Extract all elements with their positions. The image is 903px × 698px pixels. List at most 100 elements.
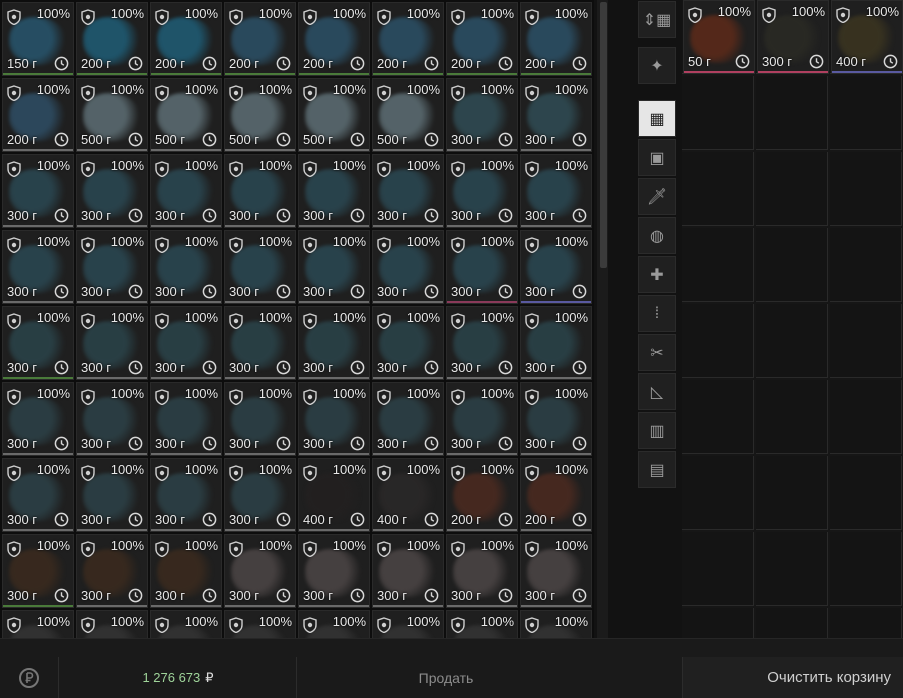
inventory-item-slot[interactable]: 100%	[76, 610, 148, 638]
refresh-button[interactable]	[0, 657, 59, 698]
cart-empty-slot[interactable]	[756, 532, 828, 606]
inventory-item-slot[interactable]: 100% 500 г	[150, 78, 222, 152]
cart-empty-slot[interactable]	[682, 304, 754, 378]
inventory-item-slot[interactable]: 100% 300 г	[150, 230, 222, 304]
inventory-item-slot[interactable]: 100% 300 г	[446, 154, 518, 228]
cart-empty-slot[interactable]	[756, 304, 828, 378]
inventory-item-slot[interactable]: 100% 200 г	[372, 2, 444, 76]
inventory-item-slot[interactable]: 100% 300 г	[2, 534, 74, 608]
cart-empty-slot[interactable]	[756, 380, 828, 454]
inventory-item-slot[interactable]: 100% 300 г	[150, 534, 222, 608]
inventory-item-slot[interactable]: 100% 300 г	[520, 534, 592, 608]
cart-empty-slot[interactable]	[830, 456, 902, 530]
inventory-item-slot[interactable]: 100%	[446, 610, 518, 638]
inventory-item-slot[interactable]: 100% 300 г	[150, 458, 222, 532]
inventory-item-slot[interactable]: 100% 300 г	[2, 230, 74, 304]
inventory-item-slot[interactable]: 100%	[372, 610, 444, 638]
inventory-item-slot[interactable]: 100% 200 г	[520, 2, 592, 76]
filter-sort-button[interactable]: ⇕▦	[638, 1, 676, 38]
inventory-item-slot[interactable]: 100% 300 г	[2, 306, 74, 380]
inventory-item-slot[interactable]: 100% 300 г	[372, 306, 444, 380]
inventory-item-slot[interactable]: 100% 300 г	[150, 306, 222, 380]
filter-tools-button[interactable]: ✂	[638, 334, 676, 371]
inventory-item-slot[interactable]: 100% 300 г	[76, 154, 148, 228]
filter-knife-button[interactable]: 🗡	[638, 178, 676, 215]
inventory-item-slot[interactable]: 100% 300 г	[520, 306, 592, 380]
inventory-item-slot[interactable]: 100% 300 г	[150, 154, 222, 228]
inventory-item-slot[interactable]: 100% 200 г	[2, 78, 74, 152]
inventory-item-slot[interactable]: 100%	[224, 610, 296, 638]
inventory-item-slot[interactable]: 100% 200 г	[224, 2, 296, 76]
inventory-item-slot[interactable]: 100% 300 г	[2, 458, 74, 532]
cart-empty-slot[interactable]	[756, 456, 828, 530]
clear-cart-button[interactable]: Очистить корзину	[682, 657, 903, 698]
filter-all-items-grid-button[interactable]: ▦	[638, 100, 676, 137]
inventory-item-slot[interactable]: 100% 300 г	[2, 382, 74, 456]
inventory-item-slot[interactable]: 100% 300 г	[298, 154, 370, 228]
inventory-item-slot[interactable]: 100% 500 г	[224, 78, 296, 152]
cart-item-slot[interactable]: 100% 50 г	[683, 0, 755, 74]
inventory-item-slot[interactable]: 100% 500 г	[298, 78, 370, 152]
filter-favorite-star-button[interactable]: ✦	[638, 47, 676, 84]
sell-button[interactable]: Продать	[298, 657, 594, 698]
inventory-item-slot[interactable]: 100%	[298, 610, 370, 638]
inventory-item-slot[interactable]: 100%	[2, 610, 74, 638]
cart-empty-slot[interactable]	[756, 228, 828, 302]
filter-ammo-button[interactable]: ⁞	[638, 295, 676, 332]
inventory-item-slot[interactable]: 100% 300 г	[224, 230, 296, 304]
inventory-item-slot[interactable]: 100% 300 г	[446, 78, 518, 152]
inventory-item-slot[interactable]: 100% 200 г	[520, 458, 592, 532]
cart-item-slot[interactable]: 100% 400 г	[831, 0, 903, 74]
inventory-item-slot[interactable]: 100% 300 г	[520, 78, 592, 152]
inventory-item-slot[interactable]: 100% 300 г	[224, 458, 296, 532]
filter-backpack-button[interactable]: ▣	[638, 139, 676, 176]
inventory-item-slot[interactable]: 100%	[150, 610, 222, 638]
inventory-item-slot[interactable]: 100% 300 г	[372, 154, 444, 228]
inventory-item-slot[interactable]: 100% 300 г	[372, 534, 444, 608]
inventory-item-slot[interactable]: 100% 300 г	[76, 458, 148, 532]
inventory-item-slot[interactable]: 100% 400 г	[372, 458, 444, 532]
cart-empty-slot[interactable]	[682, 380, 754, 454]
inventory-item-slot[interactable]: 100% 300 г	[446, 230, 518, 304]
inventory-item-slot[interactable]: 100% 300 г	[298, 534, 370, 608]
cart-empty-slot[interactable]	[830, 228, 902, 302]
inventory-item-slot[interactable]: 100% 200 г	[76, 2, 148, 76]
inventory-item-slot[interactable]: 100% 300 г	[446, 382, 518, 456]
cart-empty-slot[interactable]	[682, 456, 754, 530]
cart-empty-slot[interactable]	[830, 380, 902, 454]
filter-globe-artifact-button[interactable]: ◍	[638, 217, 676, 254]
cart-empty-slot[interactable]	[682, 532, 754, 606]
cart-empty-slot[interactable]	[682, 76, 754, 150]
inventory-item-slot[interactable]: 100% 300 г	[372, 230, 444, 304]
cart-empty-slot[interactable]	[682, 152, 754, 226]
cart-empty-slot[interactable]	[830, 532, 902, 606]
inventory-item-slot[interactable]: 100% 300 г	[520, 382, 592, 456]
cart-empty-slot[interactable]	[830, 304, 902, 378]
cart-empty-slot[interactable]	[830, 76, 902, 150]
inventory-item-slot[interactable]: 100% 200 г	[298, 2, 370, 76]
inventory-item-slot[interactable]: 100% 300 г	[224, 382, 296, 456]
inventory-item-slot[interactable]: 100% 200 г	[446, 458, 518, 532]
filter-container-button[interactable]: ▥	[638, 412, 676, 449]
inventory-item-slot[interactable]: 100%	[520, 610, 592, 638]
inventory-item-slot[interactable]: 100% 300 г	[2, 154, 74, 228]
inventory-item-slot[interactable]: 100% 300 г	[446, 306, 518, 380]
cart-item-slot[interactable]: 100% 300 г	[757, 0, 829, 74]
inventory-item-slot[interactable]: 100% 150 г	[2, 2, 74, 76]
filter-ruler-triangle-button[interactable]: ◺	[638, 373, 676, 410]
inventory-item-slot[interactable]: 100% 300 г	[224, 534, 296, 608]
inventory-item-slot[interactable]: 100% 300 г	[520, 230, 592, 304]
filter-medkit-button[interactable]: ✚	[638, 256, 676, 293]
cart-empty-slot[interactable]	[830, 152, 902, 226]
filter-archive-box-button[interactable]: ▤	[638, 451, 676, 488]
inventory-item-slot[interactable]: 100% 300 г	[372, 382, 444, 456]
inventory-item-slot[interactable]: 100% 400 г	[298, 458, 370, 532]
inventory-item-slot[interactable]: 100% 300 г	[298, 382, 370, 456]
inventory-item-slot[interactable]: 100% 300 г	[76, 534, 148, 608]
inventory-item-slot[interactable]: 100% 200 г	[446, 2, 518, 76]
inventory-item-slot[interactable]: 100% 300 г	[298, 306, 370, 380]
inventory-item-slot[interactable]: 100% 300 г	[76, 230, 148, 304]
inventory-item-slot[interactable]: 100% 300 г	[76, 382, 148, 456]
inventory-item-slot[interactable]: 100% 200 г	[150, 2, 222, 76]
cart-empty-slot[interactable]	[756, 152, 828, 226]
